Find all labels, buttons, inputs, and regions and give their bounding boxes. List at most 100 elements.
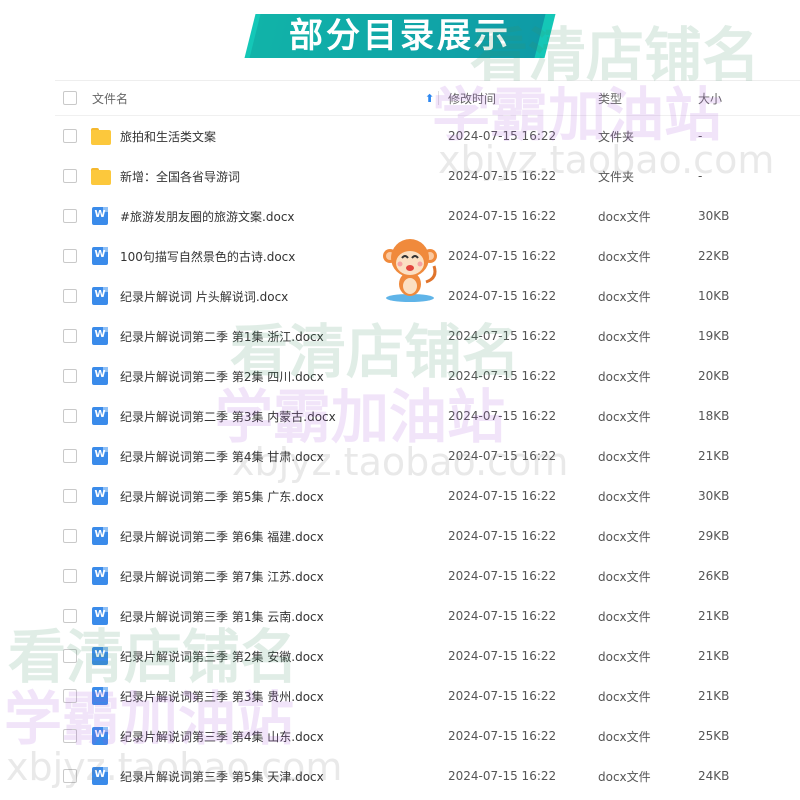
file-list: 文件名 ⬆ 修改时间 类型 大小 旅拍和生活类文案 2024-07-15 16:2… [55,80,800,796]
row-checkbox[interactable] [63,249,77,263]
sort-arrow-icon[interactable]: ⬆ [425,81,434,115]
row-checkbox[interactable] [63,289,77,303]
file-name-cell[interactable]: W 纪录片解说词第三季 第4集 山东.docx [91,716,324,756]
modified-date: 2024-07-15 16:22 [448,209,557,223]
file-name[interactable]: 纪录片解说词第二季 第2集 四川.docx [120,368,324,385]
docx-icon: W [91,647,109,665]
file-size: 29KB [698,529,730,543]
row-checkbox[interactable] [63,729,77,743]
file-row[interactable]: W 纪录片解说词第三季 第3集 贵州.docx 2024-07-15 16:22 do… [55,676,800,716]
file-type: docx文件 [598,329,651,344]
file-name-cell[interactable]: 旅拍和生活类文案 [91,116,216,156]
row-checkbox[interactable] [63,169,77,183]
file-name[interactable]: 100句描写自然景色的古诗.docx [120,248,295,265]
folder-icon [91,127,111,145]
file-name-cell[interactable]: W 100句描写自然景色的古诗.docx [91,236,295,276]
file-name-cell[interactable]: W 纪录片解说词第二季 第6集 福建.docx [91,516,324,556]
file-name-cell[interactable]: W #旅游发朋友圈的旅游文案.docx [91,196,295,236]
column-header-modified[interactable]: 修改时间 [448,81,496,115]
column-header-type[interactable]: 类型 [598,81,622,115]
file-type: docx文件 [598,209,651,224]
file-name[interactable]: 纪录片解说词第二季 第5集 广东.docx [120,488,324,505]
file-name[interactable]: 纪录片解说词第二季 第3集 内蒙古.docx [120,408,336,425]
file-name[interactable]: 纪录片解说词第三季 第4集 山东.docx [120,728,324,745]
docx-icon: W [91,567,109,585]
file-name[interactable]: 纪录片解说词第三季 第5集 天津.docx [120,768,324,785]
file-name-cell[interactable]: W 纪录片解说词第三季 第5集 天津.docx [91,756,324,796]
file-size: 30KB [698,209,730,223]
file-row[interactable]: 旅拍和生活类文案 2024-07-15 16:22 文件夹 - [55,116,800,156]
row-checkbox[interactable] [63,129,77,143]
file-type: docx文件 [598,729,651,744]
file-size: 21KB [698,689,730,703]
file-name-cell[interactable]: W 纪录片解说词第二季 第7集 江苏.docx [91,556,324,596]
row-checkbox[interactable] [63,529,77,543]
file-row[interactable]: W 纪录片解说词第二季 第4集 甘肃.docx 2024-07-15 16:22 do… [55,436,800,476]
file-name-cell[interactable]: W 纪录片解说词第二季 第5集 广东.docx [91,476,324,516]
modified-date: 2024-07-15 16:22 [448,769,557,783]
file-name-cell[interactable]: 新增：全国各省导游词 [91,156,240,196]
file-row[interactable]: W 纪录片解说词第三季 第5集 天津.docx 2024-07-15 16:22 do… [55,756,800,796]
docx-icon: W [91,407,109,425]
file-row[interactable]: W 纪录片解说词第三季 第2集 安徽.docx 2024-07-15 16:22 do… [55,636,800,676]
file-size: 18KB [698,409,730,423]
row-checkbox[interactable] [63,769,77,783]
modified-date: 2024-07-15 16:22 [448,249,557,263]
file-name[interactable]: 纪录片解说词第三季 第2集 安徽.docx [120,648,324,665]
file-name[interactable]: 纪录片解说词第三季 第3集 贵州.docx [120,688,324,705]
file-name-cell[interactable]: W 纪录片解说词第三季 第3集 贵州.docx [91,676,324,716]
docx-icon: W [91,447,109,465]
file-row[interactable]: W 纪录片解说词第二季 第7集 江苏.docx 2024-07-15 16:22 do… [55,556,800,596]
file-name-cell[interactable]: W 纪录片解说词第二季 第2集 四川.docx [91,356,324,396]
file-row[interactable]: W 纪录片解说词第三季 第1集 云南.docx 2024-07-15 16:22 do… [55,596,800,636]
row-checkbox[interactable] [63,489,77,503]
file-name-cell[interactable]: W 纪录片解说词第三季 第1集 云南.docx [91,596,324,636]
file-name[interactable]: 新增：全国各省导游词 [120,168,240,185]
row-checkbox[interactable] [63,409,77,423]
file-name[interactable]: 纪录片解说词第三季 第1集 云南.docx [120,608,324,625]
file-name[interactable]: 纪录片解说词第二季 第6集 福建.docx [120,528,324,545]
docx-icon: W [91,487,109,505]
file-size: 21KB [698,449,730,463]
docx-icon: W [91,367,109,385]
file-name-cell[interactable]: W 纪录片解说词第三季 第2集 安徽.docx [91,636,324,676]
row-checkbox[interactable] [63,649,77,663]
docx-icon: W [91,767,109,785]
file-type: docx文件 [598,369,651,384]
file-row[interactable]: W 纪录片解说词第二季 第5集 广东.docx 2024-07-15 16:22 do… [55,476,800,516]
row-checkbox[interactable] [63,329,77,343]
row-checkbox[interactable] [63,569,77,583]
file-name-cell[interactable]: W 纪录片解说词第二季 第1集 浙江.docx [91,316,324,356]
folder-icon [91,167,111,185]
file-name[interactable]: #旅游发朋友圈的旅游文案.docx [120,208,295,225]
file-name[interactable]: 纪录片解说词第二季 第7集 江苏.docx [120,568,324,585]
file-size: 22KB [698,249,730,263]
file-row[interactable]: W 纪录片解说词第二季 第3集 内蒙古.docx 2024-07-15 16:22 d… [55,396,800,436]
file-row[interactable]: W 纪录片解说词第二季 第6集 福建.docx 2024-07-15 16:22 do… [55,516,800,556]
column-header-size[interactable]: 大小 [698,81,722,115]
column-divider [438,91,439,105]
row-checkbox[interactable] [63,689,77,703]
file-row[interactable]: W #旅游发朋友圈的旅游文案.docx 2024-07-15 16:22 docx文件… [55,196,800,236]
modified-date: 2024-07-15 16:22 [448,129,557,143]
file-name[interactable]: 纪录片解说词第二季 第1集 浙江.docx [120,328,324,345]
file-name-cell[interactable]: W 纪录片解说词第二季 第4集 甘肃.docx [91,436,324,476]
file-name-cell[interactable]: W 纪录片解说词第二季 第3集 内蒙古.docx [91,396,336,436]
row-checkbox[interactable] [63,449,77,463]
file-row[interactable]: W 纪录片解说词第三季 第4集 山东.docx 2024-07-15 16:22 do… [55,716,800,756]
file-size: - [698,169,703,183]
file-row[interactable]: W 纪录片解说词第二季 第1集 浙江.docx 2024-07-15 16:22 do… [55,316,800,356]
banner-title: 部分目录展示 [289,16,511,56]
file-name-cell[interactable]: W 纪录片解说词 片头解说词.docx [91,276,288,316]
file-row[interactable]: W 纪录片解说词第二季 第2集 四川.docx 2024-07-15 16:22 do… [55,356,800,396]
row-checkbox[interactable] [63,369,77,383]
file-name[interactable]: 旅拍和生活类文案 [120,128,216,145]
file-name[interactable]: 纪录片解说词 片头解说词.docx [120,288,288,305]
file-row[interactable]: 新增：全国各省导游词 2024-07-15 16:22 文件夹 - [55,156,800,196]
column-header-name[interactable]: 文件名 [92,81,128,115]
row-checkbox[interactable] [63,609,77,623]
row-checkbox[interactable] [63,209,77,223]
select-all-checkbox[interactable] [63,91,77,105]
file-name[interactable]: 纪录片解说词第二季 第4集 甘肃.docx [120,448,324,465]
file-type: docx文件 [598,289,651,304]
